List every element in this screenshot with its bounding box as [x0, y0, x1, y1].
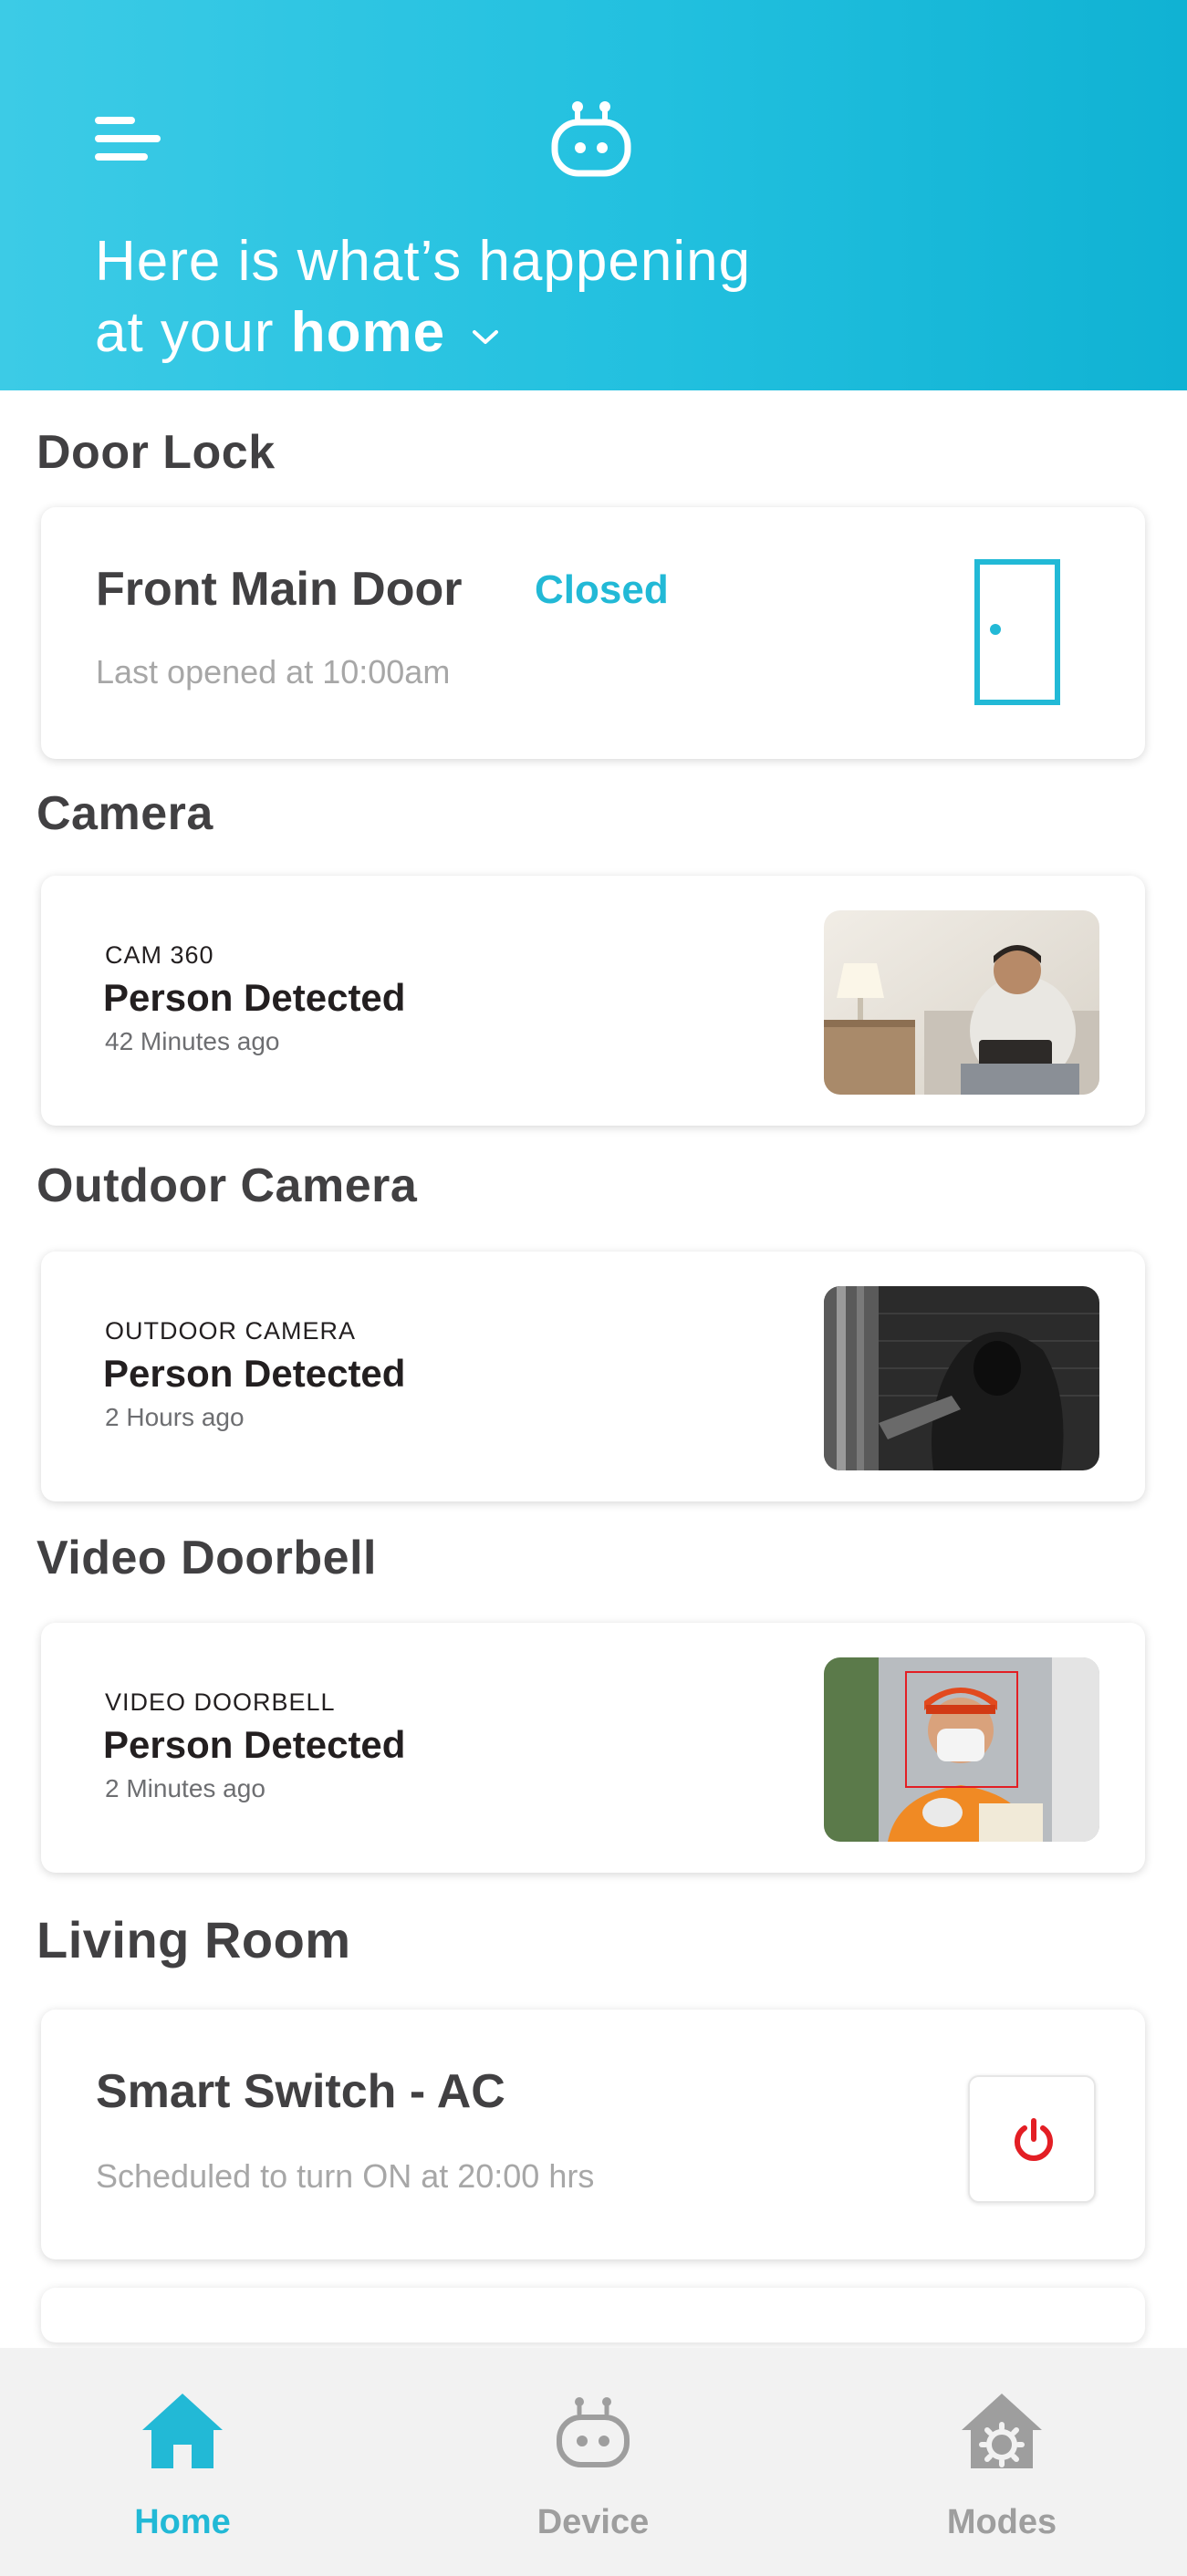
robot-icon — [557, 2397, 630, 2467]
smart-switch-card[interactable]: Smart Switch - AC Scheduled to turn ON a… — [41, 2010, 1145, 2259]
greeting-prefix: at your — [95, 301, 275, 364]
switch-schedule: Scheduled to turn ON at 20:00 hrs — [96, 2157, 595, 2195]
camera-snapshot-thumbnail[interactable] — [824, 1657, 1099, 1842]
device-label: CAM 360 — [105, 941, 214, 969]
camera-card-cam360[interactable]: CAM 360 Person Detected 42 Minutes ago — [41, 876, 1145, 1126]
nav-tab-modes[interactable]: Modes — [865, 2348, 1139, 2576]
section-title-camera: Camera — [36, 787, 213, 840]
power-icon — [1015, 2118, 1053, 2161]
switch-name: Smart Switch - AC — [96, 2065, 505, 2118]
device-label: OUTDOOR CAMERA — [105, 1317, 357, 1345]
door-name: Front Main Door — [96, 563, 463, 616]
nav-tab-device[interactable]: Device — [456, 2348, 730, 2576]
section-title-video-doorbell: Video Doorbell — [36, 1532, 377, 1584]
power-toggle-button[interactable] — [968, 2075, 1096, 2203]
device-label: VIDEO DOORBELL — [105, 1688, 336, 1716]
event-time: 2 Hours ago — [105, 1403, 245, 1431]
section-title-outdoor-camera: Outdoor Camera — [36, 1159, 418, 1212]
robot-logo-icon — [550, 100, 632, 179]
chevron-down-icon[interactable] — [467, 323, 504, 350]
camera-snapshot-thumbnail[interactable] — [824, 910, 1099, 1095]
section-title-living-room: Living Room — [36, 1911, 351, 1968]
house-gear-icon — [962, 2394, 1042, 2468]
door-status-badge: Closed — [535, 567, 669, 612]
location-selector[interactable]: home — [291, 301, 445, 364]
event-title: Person Detected — [103, 1723, 406, 1766]
nav-tab-home[interactable]: Home — [46, 2348, 319, 2576]
greeting-line-1: Here is what’s happening — [95, 230, 752, 293]
camera-card-outdoor[interactable]: OUTDOOR CAMERA Person Detected 2 Hours a… — [41, 1252, 1145, 1501]
app-header: Here is what’s happening at your home — [0, 0, 1187, 390]
house-icon — [142, 2394, 223, 2468]
menu-icon[interactable] — [95, 117, 161, 161]
door-last-opened: Last opened at 10:00am — [96, 653, 451, 691]
door-icon — [974, 558, 1061, 706]
nav-label-modes: Modes — [946, 2503, 1057, 2541]
door-lock-card[interactable]: Front Main Door Closed Last opened at 10… — [41, 507, 1145, 759]
camera-card-doorbell[interactable]: VIDEO DOORBELL Person Detected 2 Minutes… — [41, 1623, 1145, 1873]
header-greeting: Here is what’s happening at your home — [95, 226, 1098, 369]
camera-snapshot-thumbnail[interactable] — [824, 1286, 1099, 1470]
event-title: Person Detected — [103, 976, 406, 1019]
bottom-navigation: Home Device Modes — [0, 2348, 1187, 2576]
nav-label-home: Home — [134, 2503, 231, 2541]
section-title-door-lock: Door Lock — [36, 426, 276, 479]
event-time: 2 Minutes ago — [105, 1774, 266, 1802]
event-title: Person Detected — [103, 1352, 406, 1395]
event-time: 42 Minutes ago — [105, 1027, 280, 1055]
nav-label-device: Device — [536, 2503, 650, 2541]
next-device-card[interactable] — [41, 2288, 1145, 2342]
